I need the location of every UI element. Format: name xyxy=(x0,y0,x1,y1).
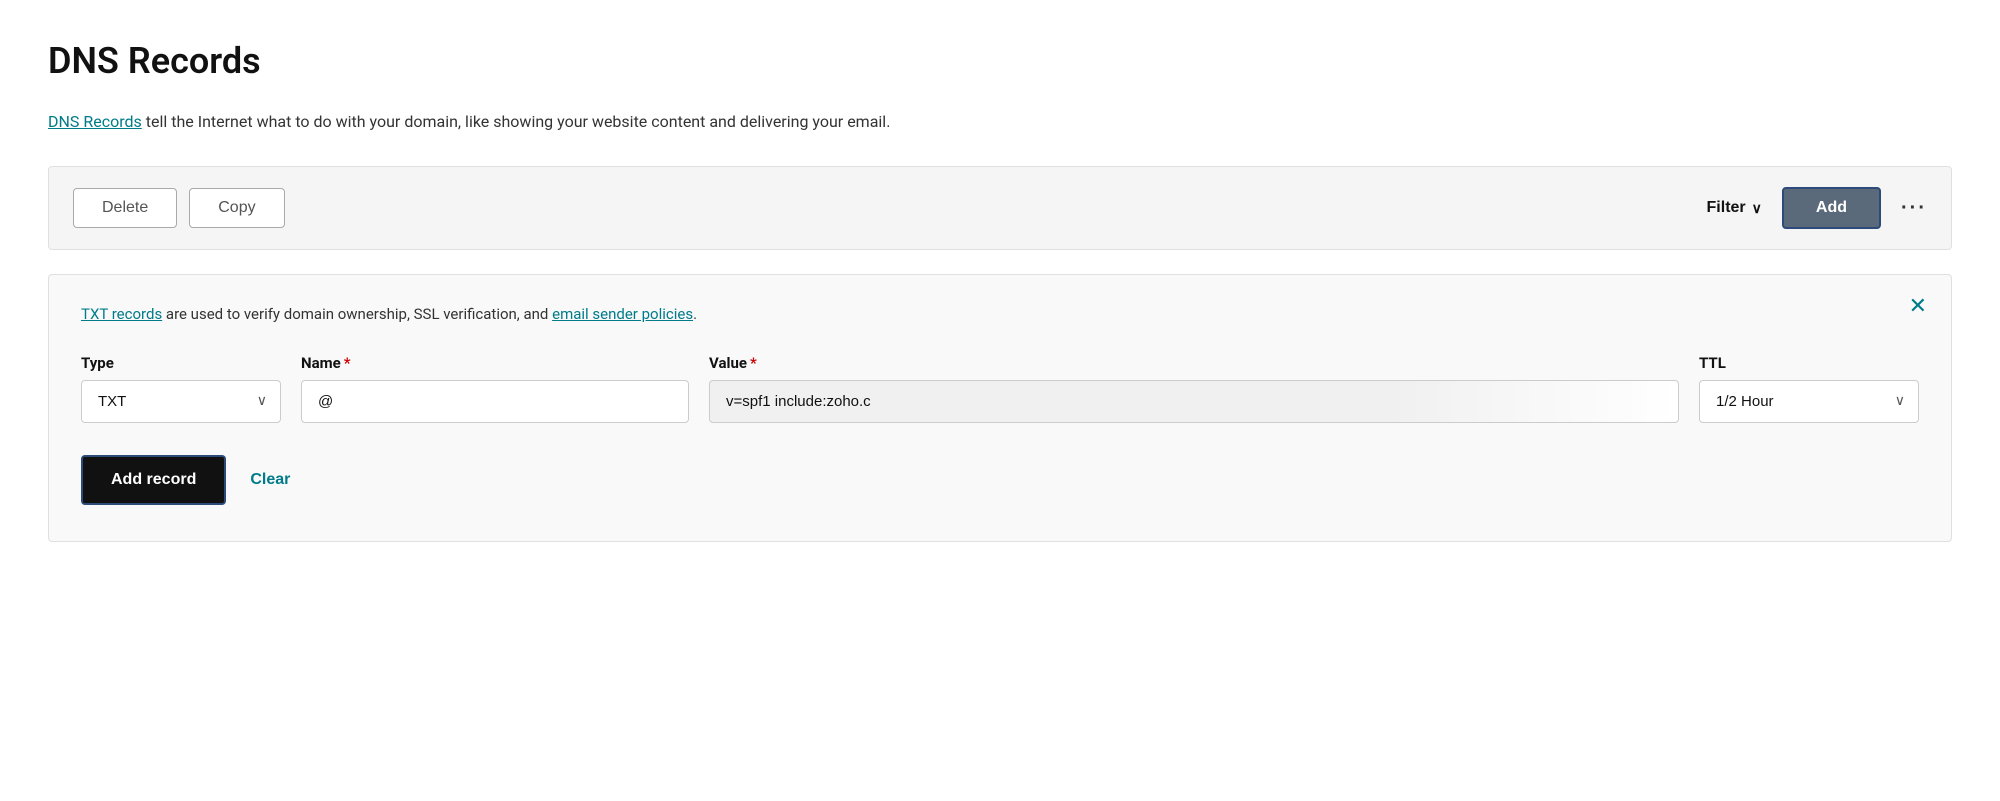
ttl-select[interactable]: 1/2 Hour 1 Hour 4 Hours 8 Hours 24 Hours… xyxy=(1699,380,1919,423)
value-group: Value* xyxy=(709,354,1679,423)
add-record-button[interactable]: Add record xyxy=(81,455,226,505)
form-row: Type TXT A AAAA CNAME MX NS SOA SRV Name… xyxy=(81,354,1919,423)
ttl-label: TTL xyxy=(1699,354,1919,372)
ttl-group: TTL 1/2 Hour 1 Hour 4 Hours 8 Hours 24 H… xyxy=(1699,354,1919,423)
name-required: * xyxy=(344,354,351,372)
type-select-wrapper: TXT A AAAA CNAME MX NS SOA SRV xyxy=(81,380,281,423)
page-title: DNS Records xyxy=(48,40,1952,82)
name-label: Name* xyxy=(301,354,689,372)
add-button[interactable]: Add xyxy=(1782,187,1881,229)
toolbar-right: Filter ∨ Add ··· xyxy=(1707,187,1927,229)
email-sender-policies-link[interactable]: email sender policies xyxy=(552,305,693,323)
type-select[interactable]: TXT A AAAA CNAME MX NS SOA SRV xyxy=(81,380,281,423)
chevron-down-icon: ∨ xyxy=(1752,200,1762,217)
more-options-button[interactable]: ··· xyxy=(1901,197,1927,220)
filter-label: Filter xyxy=(1707,199,1746,217)
name-group: Name* xyxy=(301,354,689,423)
dns-records-link[interactable]: DNS Records xyxy=(48,112,142,131)
value-label: Value* xyxy=(709,354,1679,372)
type-label: Type xyxy=(81,354,281,372)
clear-button[interactable]: Clear xyxy=(250,471,290,489)
form-actions: Add record Clear xyxy=(81,455,1919,505)
close-button[interactable]: ✕ xyxy=(1909,295,1927,317)
txt-records-link[interactable]: TXT records xyxy=(81,305,162,323)
type-group: Type TXT A AAAA CNAME MX NS SOA SRV xyxy=(81,354,281,423)
filter-button[interactable]: Filter ∨ xyxy=(1707,199,1762,217)
toolbar-left: Delete Copy xyxy=(73,188,285,228)
delete-button[interactable]: Delete xyxy=(73,188,177,228)
name-input[interactable] xyxy=(301,380,689,423)
info-message: TXT records are used to verify domain ow… xyxy=(81,303,1919,326)
ttl-select-wrapper: 1/2 Hour 1 Hour 4 Hours 8 Hours 24 Hours… xyxy=(1699,380,1919,423)
value-required: * xyxy=(750,354,757,372)
info-panel: ✕ TXT records are used to verify domain … xyxy=(48,274,1952,542)
value-input[interactable] xyxy=(709,380,1679,423)
description-text: tell the Internet what to do with your d… xyxy=(142,112,891,131)
toolbar: Delete Copy Filter ∨ Add ··· xyxy=(48,166,1952,250)
copy-button[interactable]: Copy xyxy=(189,188,284,228)
description-row: DNS Records tell the Internet what to do… xyxy=(48,110,1952,134)
